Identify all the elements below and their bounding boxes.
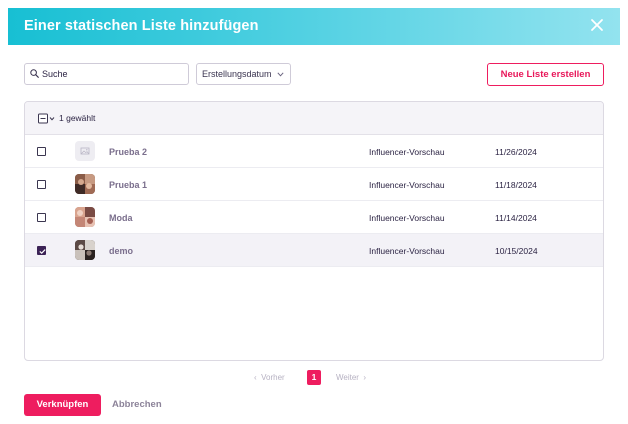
previous-label: Vorher — [261, 373, 285, 382]
list-date: 11/14/2024 — [495, 213, 537, 223]
list-avatar — [75, 174, 95, 194]
pagination-next[interactable]: Weiter › — [336, 373, 366, 383]
dialog-header: Einer statischen Liste hinzufügen — [8, 8, 620, 45]
list-name[interactable]: Moda — [109, 212, 133, 224]
lists-table: 1 gewählt Prueba 2 Influencer-Vorschau 1… — [24, 101, 604, 361]
sort-dropdown[interactable]: Erstellungsdatum — [196, 63, 291, 85]
checkmark-icon — [39, 249, 46, 255]
cancel-button[interactable]: Abbrechen — [112, 399, 162, 411]
row-checkbox[interactable] — [37, 213, 46, 222]
list-name[interactable]: Prueba 1 — [109, 179, 147, 191]
search-input[interactable] — [42, 66, 182, 82]
list-avatar — [75, 240, 95, 260]
sort-dropdown-label: Erstellungsdatum — [202, 69, 272, 79]
list-type: Influencer-Vorschau — [369, 246, 445, 256]
list-date: 11/18/2024 — [495, 180, 537, 190]
row-checkbox[interactable] — [37, 147, 46, 156]
row-checkbox[interactable] — [37, 246, 46, 255]
list-name[interactable]: Prueba 2 — [109, 146, 147, 158]
placeholder-image-icon — [75, 141, 95, 161]
list-type: Influencer-Vorschau — [369, 213, 445, 223]
list-name[interactable]: demo — [109, 245, 133, 257]
list-avatar — [75, 207, 95, 227]
list-date: 10/15/2024 — [495, 246, 538, 256]
bulk-select-icon[interactable] — [38, 113, 58, 125]
table-row[interactable]: Prueba 1 Influencer-Vorschau 11/18/2024 — [25, 168, 603, 201]
table-row[interactable]: Moda Influencer-Vorschau 11/14/2024 — [25, 201, 603, 234]
table-row[interactable]: Prueba 2 Influencer-Vorschau 11/26/2024 — [25, 135, 603, 168]
table-row[interactable]: demo Influencer-Vorschau 10/15/2024 — [25, 234, 603, 267]
toolbar: Erstellungsdatum Neue Liste erstellen — [24, 63, 604, 86]
pagination: ‹ Vorher 1 Weiter › — [254, 370, 384, 386]
chevron-down-icon — [277, 72, 284, 77]
list-type: Influencer-Vorschau — [369, 180, 445, 190]
table-header: 1 gewählt — [25, 102, 603, 135]
search-box[interactable] — [24, 63, 189, 85]
create-new-list-button[interactable]: Neue Liste erstellen — [487, 63, 604, 86]
selection-count: 1 gewählt — [59, 113, 96, 123]
row-checkbox[interactable] — [37, 180, 46, 189]
dialog-title: Einer statischen Liste hinzufügen — [24, 18, 259, 34]
pagination-previous[interactable]: ‹ Vorher — [254, 373, 285, 383]
link-button[interactable]: Verknüpfen — [24, 394, 101, 416]
add-to-static-list-dialog: Einer statischen Liste hinzufügen Erstel… — [8, 8, 620, 424]
pagination-current-page[interactable]: 1 — [307, 370, 321, 385]
close-icon[interactable] — [590, 18, 604, 32]
list-date: 11/26/2024 — [495, 147, 537, 157]
search-icon — [30, 69, 39, 78]
list-type: Influencer-Vorschau — [369, 147, 445, 157]
next-label: Weiter — [336, 373, 359, 382]
